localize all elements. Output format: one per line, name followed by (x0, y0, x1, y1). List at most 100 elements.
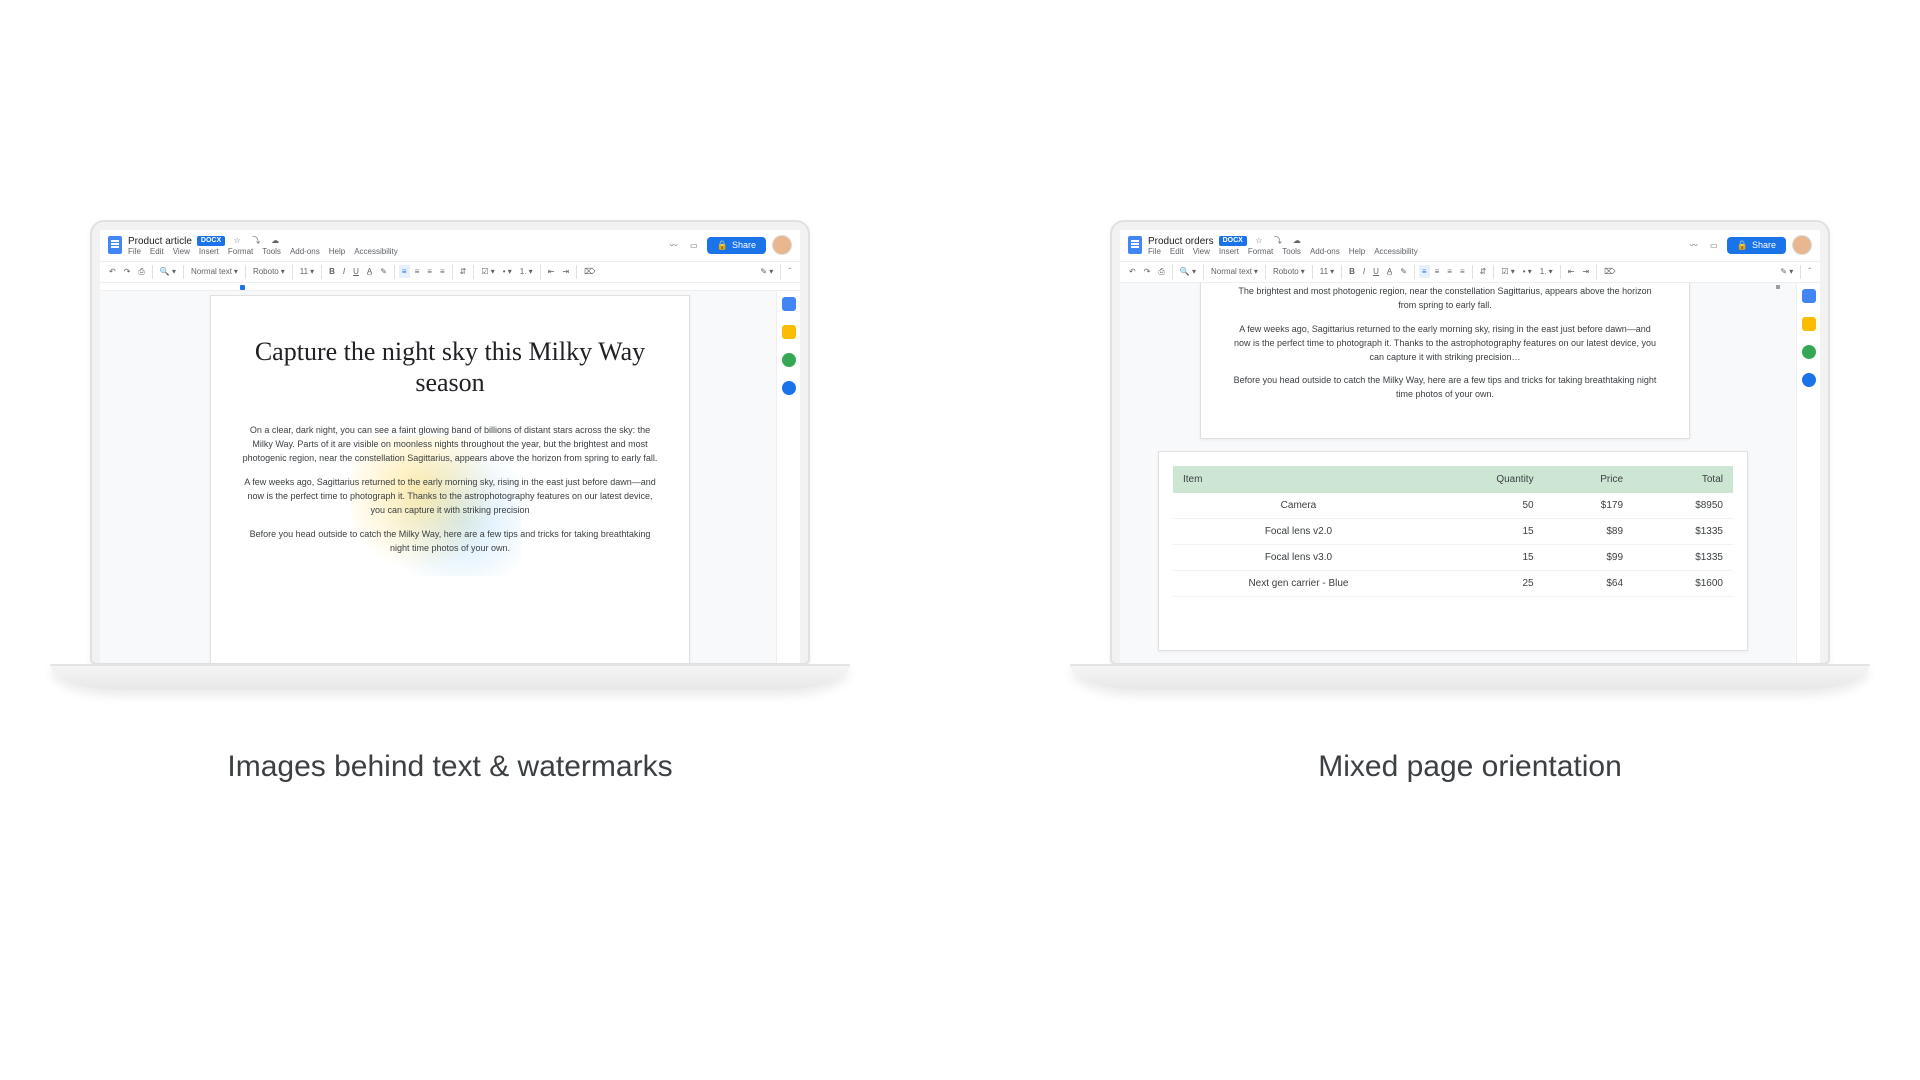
calendar-icon[interactable] (782, 297, 796, 311)
redo-icon[interactable]: ↷ (1141, 265, 1154, 278)
menu-format[interactable]: Format (228, 248, 253, 257)
checklist-icon[interactable]: ☑ ▾ (1498, 265, 1517, 278)
menu-format[interactable]: Format (1248, 248, 1273, 257)
clear-format-icon[interactable]: ⌦ (1601, 265, 1618, 278)
style-select[interactable]: Normal text ▾ (1208, 265, 1261, 278)
align-center-icon[interactable]: ≡ (1432, 265, 1443, 278)
menu-file[interactable]: File (1148, 248, 1161, 257)
collapse-icon[interactable]: ˆ (785, 265, 794, 278)
table-row[interactable]: Focal lens v3.0 15 $99 $1335 (1173, 544, 1733, 570)
table-row[interactable]: Camera 50 $179 $8950 (1173, 493, 1733, 519)
menu-accessibility[interactable]: Accessibility (354, 248, 398, 257)
star-icon[interactable]: ☆ (230, 234, 244, 248)
account-avatar[interactable] (1792, 235, 1812, 255)
table-row[interactable]: Focal lens v2.0 15 $89 $1335 (1173, 518, 1733, 544)
contacts-icon[interactable] (782, 381, 796, 395)
document-title[interactable]: Product orders (1148, 236, 1214, 247)
tasks-icon[interactable] (1802, 345, 1816, 359)
align-center-icon[interactable]: ≡ (412, 265, 423, 278)
calendar-icon[interactable] (1802, 289, 1816, 303)
star-icon[interactable]: ☆ (1252, 234, 1266, 248)
highlight-icon[interactable]: ✎ (377, 265, 390, 278)
doc-body[interactable]: On a clear, dark night, you can see a fa… (241, 424, 659, 556)
clear-format-icon[interactable]: ⌦ (581, 265, 598, 278)
line-spacing-icon[interactable]: ⇵ (457, 265, 470, 278)
docs-logo-icon[interactable] (1128, 236, 1142, 254)
canvas[interactable]: Capture the night sky this Milky Way sea… (100, 291, 800, 663)
share-button[interactable]: 🔒 Share (1727, 237, 1786, 254)
cloud-icon[interactable]: ☁ (268, 234, 282, 248)
cloud-icon[interactable]: ☁ (1290, 234, 1304, 248)
comment-icon[interactable]: ▭ (687, 238, 701, 252)
keep-icon[interactable] (782, 325, 796, 339)
contacts-icon[interactable] (1802, 373, 1816, 387)
document-title[interactable]: Product article (128, 236, 192, 247)
account-avatar[interactable] (772, 235, 792, 255)
font-size[interactable]: 11 ▾ (1317, 265, 1337, 278)
share-button[interactable]: 🔒 Share (707, 237, 766, 254)
number-list-icon[interactable]: 1. ▾ (517, 265, 536, 278)
text-color-icon[interactable]: A̲ (364, 265, 375, 278)
menu-help[interactable]: Help (1349, 248, 1365, 257)
number-list-icon[interactable]: 1. ▾ (1537, 265, 1556, 278)
redo-icon[interactable]: ↷ (121, 265, 134, 278)
activity-icon[interactable]: 〰 (1687, 238, 1701, 252)
menu-edit[interactable]: Edit (150, 248, 164, 257)
paragraph[interactable]: The brightest and most photogenic region… (1231, 285, 1659, 313)
print-icon[interactable]: ⎙ (1155, 265, 1167, 279)
doc-heading[interactable]: Capture the night sky this Milky Way sea… (241, 336, 659, 398)
menu-view[interactable]: View (173, 248, 190, 257)
keep-icon[interactable] (1802, 317, 1816, 331)
paragraph[interactable]: A few weeks ago, Sagittarius returned to… (241, 476, 659, 518)
text-color-icon[interactable]: A̲ (1384, 265, 1395, 278)
line-spacing-icon[interactable]: ⇵ (1477, 265, 1490, 278)
menu-accessibility[interactable]: Accessibility (1374, 248, 1418, 257)
align-left-icon[interactable]: ≡ (399, 265, 410, 278)
bold-icon[interactable]: B (1346, 265, 1358, 278)
checklist-icon[interactable]: ☑ ▾ (478, 265, 497, 278)
menu-tools[interactable]: Tools (1282, 248, 1301, 257)
align-justify-icon[interactable]: ≡ (437, 265, 448, 278)
zoom-icon[interactable]: 🔍 ▾ (157, 265, 179, 278)
bullet-list-icon[interactable]: • ▾ (1520, 265, 1535, 278)
align-right-icon[interactable]: ≡ (424, 265, 435, 278)
italic-icon[interactable]: I (1360, 265, 1368, 278)
menu-insert[interactable]: Insert (199, 248, 219, 257)
font-size[interactable]: 11 ▾ (297, 265, 317, 278)
italic-icon[interactable]: I (340, 265, 348, 278)
underline-icon[interactable]: U (1370, 265, 1382, 278)
font-select[interactable]: Roboto ▾ (250, 265, 288, 278)
indent-less-icon[interactable]: ⇤ (1565, 265, 1578, 278)
table-row[interactable]: Next gen carrier - Blue 25 $64 $1600 (1173, 570, 1733, 596)
move-icon[interactable]: ⤵ (1271, 234, 1285, 248)
align-left-icon[interactable]: ≡ (1419, 265, 1430, 278)
indent-less-icon[interactable]: ⇤ (545, 265, 558, 278)
menu-addons[interactable]: Add-ons (290, 248, 320, 257)
highlight-icon[interactable]: ✎ (1397, 265, 1410, 278)
menu-tools[interactable]: Tools (262, 248, 281, 257)
menu-view[interactable]: View (1193, 248, 1210, 257)
move-icon[interactable]: ⤵ (249, 234, 263, 248)
ruler[interactable] (100, 283, 800, 291)
editing-mode-icon[interactable]: ✎ ▾ (1777, 265, 1796, 278)
page-portrait[interactable]: The brightest and most photogenic region… (1200, 283, 1690, 439)
style-select[interactable]: Normal text ▾ (188, 265, 241, 278)
menu-insert[interactable]: Insert (1219, 248, 1239, 257)
editing-mode-icon[interactable]: ✎ ▾ (757, 265, 776, 278)
align-right-icon[interactable]: ≡ (1444, 265, 1455, 278)
paragraph[interactable]: On a clear, dark night, you can see a fa… (241, 424, 659, 466)
tasks-icon[interactable] (782, 353, 796, 367)
align-justify-icon[interactable]: ≡ (1457, 265, 1468, 278)
canvas[interactable]: The brightest and most photogenic region… (1120, 283, 1820, 663)
indent-more-icon[interactable]: ⇥ (559, 265, 572, 278)
docs-logo-icon[interactable] (108, 236, 122, 254)
doc-body[interactable]: The brightest and most photogenic region… (1231, 285, 1659, 403)
collapse-icon[interactable]: ˆ (1805, 265, 1814, 278)
indent-more-icon[interactable]: ⇥ (1579, 265, 1592, 278)
undo-icon[interactable]: ↶ (106, 265, 119, 278)
paragraph[interactable]: A few weeks ago, Sagittarius returned to… (1231, 323, 1659, 365)
paragraph[interactable]: Before you head outside to catch the Mil… (1231, 374, 1659, 402)
activity-icon[interactable]: 〰 (667, 238, 681, 252)
print-icon[interactable]: ⎙ (135, 265, 147, 279)
page[interactable]: Capture the night sky this Milky Way sea… (210, 295, 690, 663)
